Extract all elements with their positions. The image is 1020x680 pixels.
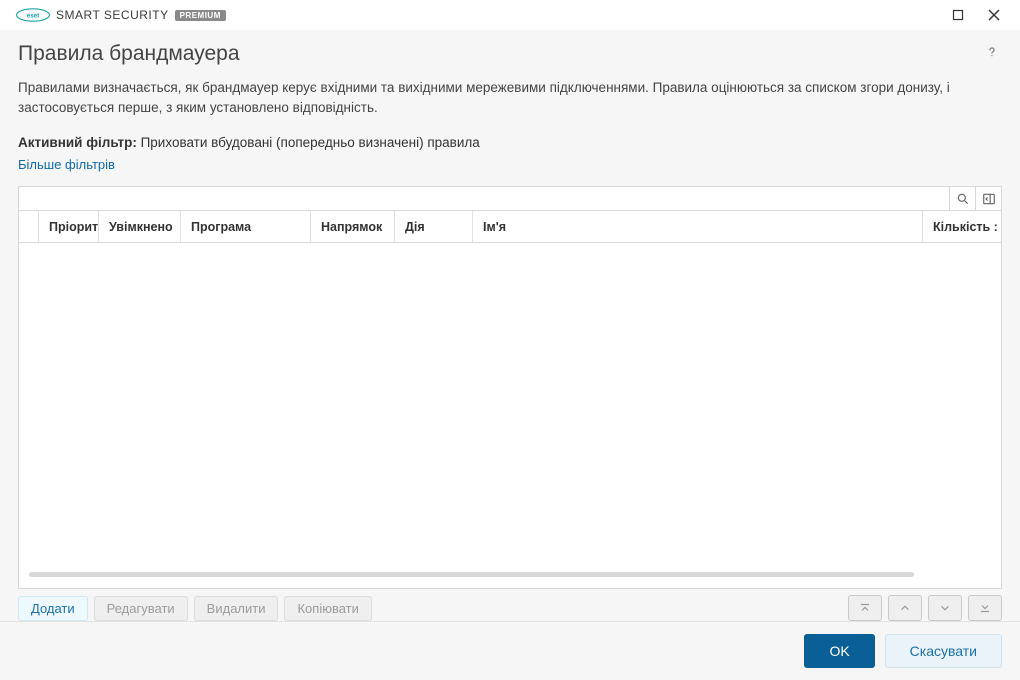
scrollbar-thumb[interactable]	[29, 572, 914, 577]
table-body	[19, 243, 1001, 568]
table-toolbar	[19, 187, 1001, 211]
content: Правила брандмауера Правилами визначаєть…	[0, 30, 1020, 680]
close-button[interactable]	[976, 0, 1012, 30]
add-button[interactable]: Додати	[18, 596, 88, 621]
brand-text: SMART SECURITY	[56, 8, 169, 22]
header-row: Правила брандмауера	[0, 30, 1020, 74]
col-direction[interactable]: Напрямок	[311, 211, 395, 242]
help-button[interactable]	[984, 44, 1000, 65]
move-up-button[interactable]	[888, 595, 922, 621]
edit-button[interactable]: Редагувати	[94, 596, 188, 621]
eset-logo-icon: eset	[16, 8, 50, 22]
chevron-down-icon	[938, 601, 952, 615]
col-name[interactable]: Ім'я	[473, 211, 923, 242]
col-expand[interactable]	[19, 211, 39, 242]
active-filter-line: Активний фільтр: Приховати вбудовані (по…	[0, 129, 1020, 152]
active-filter-label: Активний фільтр:	[18, 135, 137, 150]
more-filters-link[interactable]: Більше фільтрів	[18, 157, 115, 172]
help-icon	[984, 44, 1000, 60]
close-icon	[988, 9, 1000, 21]
col-enabled[interactable]: Увімкнено	[99, 211, 181, 242]
copy-button[interactable]: Копіювати	[284, 596, 371, 621]
columns-toggle-button[interactable]	[975, 187, 1001, 210]
move-top-button[interactable]	[848, 595, 882, 621]
titlebar: eset SMART SECURITY PREMIUM	[0, 0, 1020, 30]
cancel-button[interactable]: Скасувати	[885, 634, 1002, 668]
active-filter-value: Приховати вбудовані (попередньо визначен…	[141, 135, 480, 150]
svg-text:eset: eset	[27, 12, 39, 19]
col-count[interactable]: Кількість :	[923, 211, 1001, 242]
maximize-icon	[952, 9, 964, 21]
col-priority[interactable]: Пріорит...	[39, 211, 99, 242]
premium-badge: PREMIUM	[175, 10, 226, 21]
search-button[interactable]	[949, 187, 975, 210]
chevron-bottom-icon	[978, 601, 992, 615]
row-actions: Додати Редагувати Видалити Копіювати	[18, 595, 1002, 621]
footer: OK Скасувати	[0, 621, 1020, 680]
col-program[interactable]: Програма	[181, 211, 311, 242]
table-header: Пріорит... Увімкнено Програма Напрямок Д…	[19, 211, 1001, 243]
search-icon	[956, 192, 970, 206]
chevron-up-icon	[898, 601, 912, 615]
move-down-button[interactable]	[928, 595, 962, 621]
brand: eset SMART SECURITY PREMIUM	[16, 8, 226, 22]
col-action[interactable]: Дія	[395, 211, 473, 242]
chevron-top-icon	[858, 601, 872, 615]
maximize-button[interactable]	[940, 0, 976, 30]
move-bottom-button[interactable]	[968, 595, 1002, 621]
horizontal-scrollbar[interactable]	[29, 568, 991, 582]
panel-toggle-icon	[982, 192, 996, 206]
page-title: Правила брандмауера	[18, 42, 240, 66]
delete-button[interactable]: Видалити	[194, 596, 279, 621]
rules-table: Пріорит... Увімкнено Програма Напрямок Д…	[18, 186, 1002, 589]
ok-button[interactable]: OK	[804, 634, 874, 668]
description: Правилами визначається, як брандмауер ке…	[0, 74, 1020, 129]
